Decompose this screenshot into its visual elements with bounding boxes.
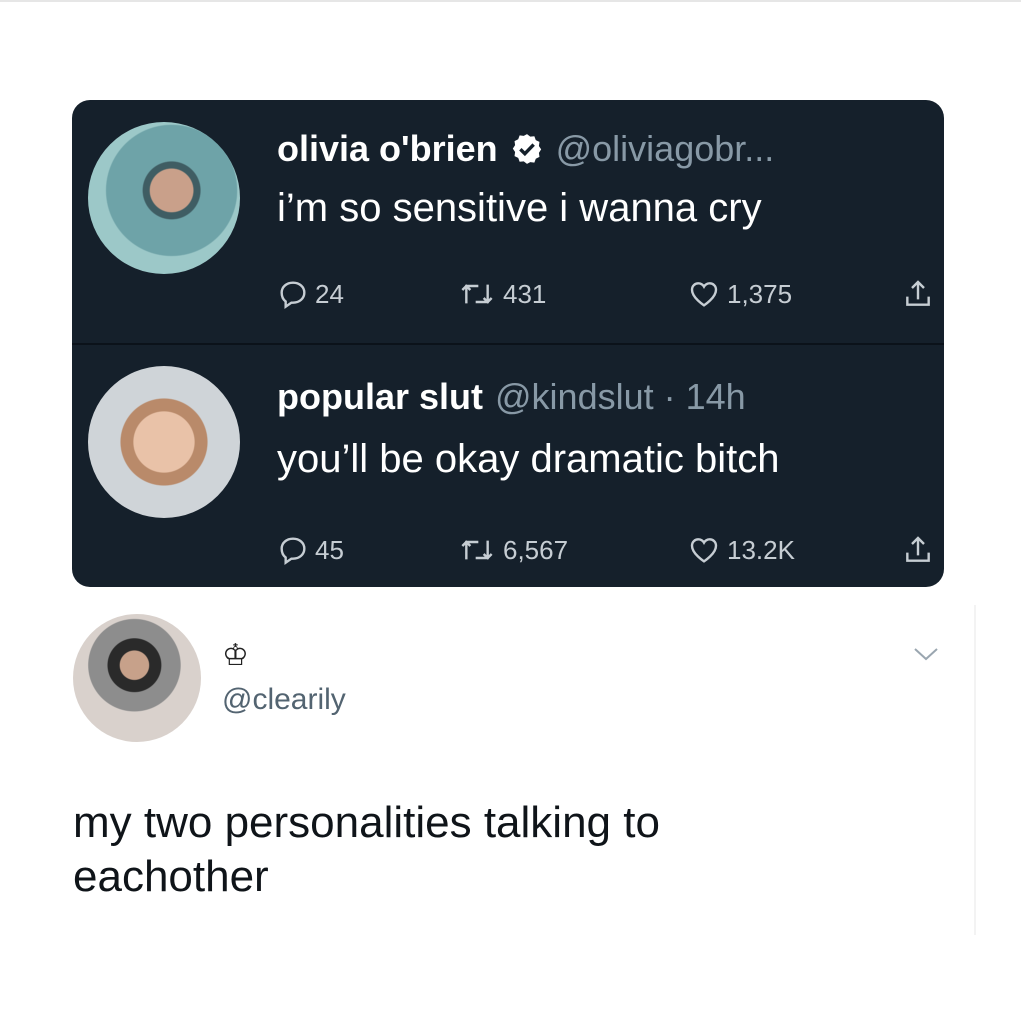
retweet-icon xyxy=(461,284,493,304)
author-name[interactable]: popular slut xyxy=(277,376,483,418)
share-button[interactable] xyxy=(902,528,940,572)
verified-badge-icon xyxy=(510,132,544,166)
embedded-tweet-2[interactable]: popular slut @kindslut · 14h you’ll be o… xyxy=(72,344,944,587)
reply-button[interactable]: 24 xyxy=(277,272,344,316)
chevron-down-icon[interactable] xyxy=(912,644,940,669)
tweet-actions: 45 6,567 13.2K xyxy=(277,528,937,572)
share-icon xyxy=(906,536,930,562)
author-handle-and-time[interactable]: @kindslut · 14h xyxy=(495,376,746,418)
embedded-screenshot-card: olivia o'brien @oliviagobr... i’m so sen… xyxy=(72,100,944,587)
heart-icon xyxy=(690,282,718,307)
retweet-count: 6,567 xyxy=(503,534,569,565)
retweet-button[interactable]: 431 xyxy=(457,272,546,316)
caption-line: my two personalities talking to xyxy=(73,798,660,847)
like-button[interactable]: 13.2K xyxy=(687,528,795,572)
avatar[interactable] xyxy=(88,122,240,274)
reply-count: 24 xyxy=(315,278,344,309)
author-name[interactable]: olivia o'brien xyxy=(277,128,498,170)
share-button[interactable] xyxy=(902,272,940,316)
retweet-icon xyxy=(461,540,493,560)
like-count: 1,375 xyxy=(727,278,793,309)
caption-line: eachother xyxy=(73,852,269,901)
tweet-text: i’m so sensitive i wanna cry xyxy=(277,186,762,230)
reply-count: 45 xyxy=(315,534,344,565)
post-display-name[interactable]: ♔ xyxy=(222,638,249,673)
embedded-tweet-1[interactable]: olivia o'brien @oliviagobr... i’m so sen… xyxy=(72,100,944,343)
reply-icon xyxy=(280,537,306,565)
tweet-header: popular slut @kindslut · 14h xyxy=(277,375,746,419)
retweet-button[interactable]: 6,567 xyxy=(457,528,568,572)
edge-line xyxy=(974,605,976,935)
like-count: 13.2K xyxy=(727,534,795,565)
reply-button[interactable]: 45 xyxy=(277,528,344,572)
share-icon xyxy=(906,280,930,306)
reply-icon xyxy=(280,281,306,309)
post-handle[interactable]: @clearily xyxy=(222,683,346,717)
retweet-count: 431 xyxy=(503,278,547,309)
post-avatar[interactable] xyxy=(73,614,201,742)
tweet-text: you’ll be okay dramatic bitch xyxy=(277,437,780,481)
top-divider xyxy=(0,0,1021,2)
avatar[interactable] xyxy=(88,366,240,518)
tweet-actions: 24 431 1,375 xyxy=(277,272,937,316)
heart-icon xyxy=(690,538,718,563)
author-handle[interactable]: @oliviagobr... xyxy=(556,128,775,170)
post-caption: my two personalities talking to eachothe… xyxy=(73,796,873,904)
like-button[interactable]: 1,375 xyxy=(687,272,792,316)
tweet-header: olivia o'brien @oliviagobr... xyxy=(277,127,774,171)
